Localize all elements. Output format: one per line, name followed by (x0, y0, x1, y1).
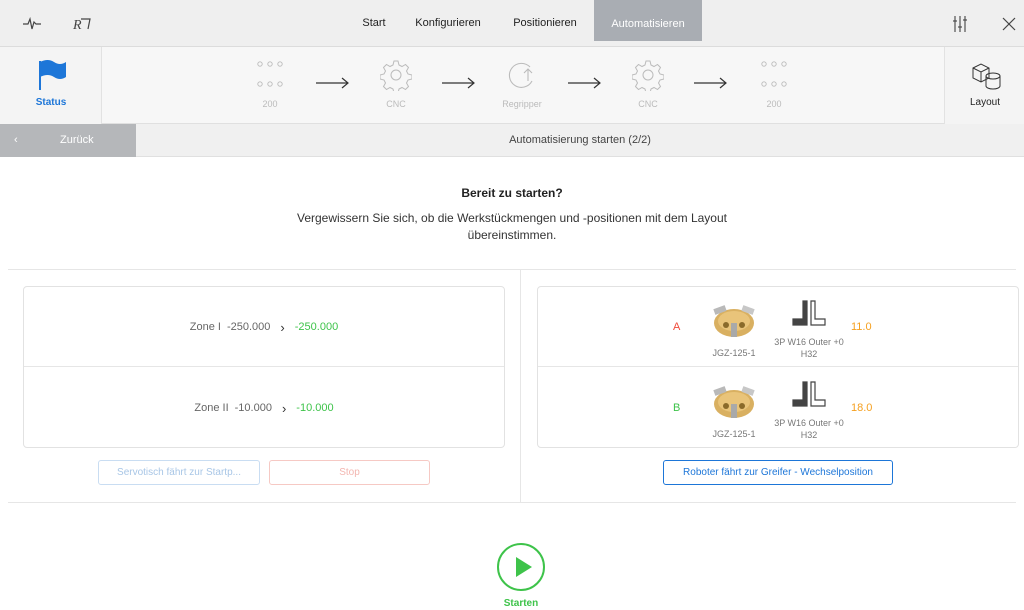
gripper-slot-letter: B (673, 402, 681, 414)
svg-text:R: R (72, 18, 82, 32)
logo-icon: R (70, 12, 94, 36)
tab-positionieren[interactable]: Positionieren (500, 0, 590, 40)
arrow-right-icon (568, 77, 601, 89)
divider (24, 366, 504, 367)
zone-current-value: -250.000 (226, 321, 271, 333)
back-button[interactable]: ‹ Zurück (0, 124, 136, 157)
step-header: ‹ Zurück Automatisierung starten (2/2) (0, 124, 1024, 157)
workflow-bar: Status 200 CNC Regripper CNC 200 Layout (0, 47, 1024, 124)
zone-row: Zone II -10.000 › -10.000 (24, 368, 504, 448)
grippers-card: A JGZ-125-1 3P W16 Outer +0 H32 11.0 B J… (537, 286, 1019, 448)
flow-step-label: 200 (766, 99, 782, 109)
chevron-right-icon: › (281, 400, 287, 416)
ready-text: Vergewissern Sie sich, ob die Werkstückm… (296, 211, 727, 242)
status-button[interactable]: Status (0, 47, 102, 124)
zone-row: Zone I -250.000 › -250.000 (24, 287, 504, 367)
gripper-name: JGZ-125-1 (712, 429, 756, 439)
flow-step-cnc-1: CNC (361, 55, 431, 115)
zone-target-value: -250.000 (294, 321, 339, 333)
stop-button[interactable]: Stop (269, 460, 430, 485)
flow-step-source: 200 (235, 55, 305, 115)
gear-icon (632, 60, 664, 91)
top-bar: R Start Konfigurieren Positionieren Auto… (0, 0, 1024, 47)
divider (8, 269, 1016, 270)
flow-step-label: CNC (638, 99, 658, 109)
zone-target-value: -10.000 (296, 402, 334, 414)
layout-button[interactable]: Layout (944, 47, 1024, 124)
layout-label: Layout (969, 97, 1001, 108)
ready-title: Bereit zu starten? (461, 186, 563, 200)
sliders-icon[interactable] (948, 12, 972, 36)
play-icon (516, 557, 532, 577)
jaw-profile-icon (792, 300, 826, 326)
zones-card: Zone I -250.000 › -250.000 Zone II -10.0… (23, 286, 505, 448)
divider (538, 366, 1018, 367)
status-label: Status (35, 97, 67, 108)
flag-icon (39, 60, 66, 90)
gripper-value: 18.0 (851, 402, 873, 414)
gear-icon (380, 60, 412, 91)
divider (8, 502, 1016, 503)
flow-step-label: CNC (386, 99, 406, 109)
zone-name: Zone I (189, 321, 221, 333)
divider (520, 270, 521, 502)
arrow-right-icon (316, 77, 349, 89)
arrow-right-icon (442, 77, 475, 89)
gripper-jaw-desc: 3P W16 Outer +0 H32 (774, 418, 844, 440)
back-label: Zurück (60, 134, 94, 146)
start-label: Starten (503, 598, 539, 609)
chevron-right-icon: › (280, 319, 285, 335)
cube-cylinder-icon (972, 63, 1001, 90)
tab-start[interactable]: Start (347, 0, 401, 40)
arrow-right-icon (694, 77, 727, 89)
servo-start-button[interactable]: Servotisch fährt zur Startp... (98, 460, 260, 485)
tab-konfigurieren[interactable]: Konfigurieren (402, 0, 494, 40)
zone-name: Zone II (194, 402, 229, 414)
jaw-profile-icon (792, 381, 826, 407)
step-title: Automatisierung starten (2/2) (509, 134, 651, 146)
flow-step-regripper: Regripper (487, 55, 557, 115)
gripper-name: JGZ-125-1 (712, 348, 756, 358)
gripper-slot-letter: A (673, 321, 681, 333)
robot-change-position-button[interactable]: Roboter fährt zur Greifer - Wechselposit… (663, 460, 893, 485)
gripper-row: A JGZ-125-1 3P W16 Outer +0 H32 11.0 (538, 287, 1018, 367)
regrip-arrow-icon (508, 62, 533, 88)
flow-step-target: 200 (739, 55, 809, 115)
dots-grid-icon (761, 61, 787, 87)
gripper-jaw-desc: 3P W16 Outer +0 H32 (774, 337, 844, 359)
close-icon[interactable] (997, 12, 1021, 36)
chevron-left-icon: ‹ (14, 134, 18, 146)
zone-current-value: -10.000 (234, 402, 272, 414)
chuck-image (713, 386, 755, 418)
flow-step-label: Regripper (502, 99, 542, 109)
chuck-image (713, 305, 755, 337)
start-button[interactable] (497, 543, 545, 591)
flow-step-cnc-2: CNC (613, 55, 683, 115)
gripper-value: 11.0 (851, 321, 872, 333)
pulse-icon[interactable] (20, 12, 44, 36)
tab-automatisieren[interactable]: Automatisieren (594, 0, 702, 41)
gripper-row: B JGZ-125-1 3P W16 Outer +0 H32 18.0 (538, 368, 1018, 448)
dots-grid-icon (257, 61, 283, 87)
flow-step-label: 200 (262, 99, 278, 109)
